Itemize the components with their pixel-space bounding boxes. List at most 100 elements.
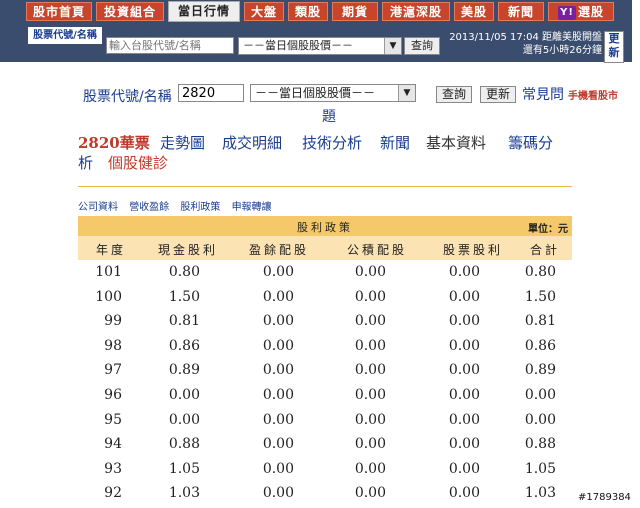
tab-chips[interactable]: 籌碼分: [508, 132, 553, 153]
sublink-company-info[interactable]: 公司資料: [78, 202, 118, 213]
faq-link-continued[interactable]: 題: [322, 106, 336, 126]
update-button[interactable]: 更新: [480, 86, 516, 103]
table-cell: 0.00: [448, 411, 480, 428]
sublink-dividend-policy[interactable]: 股利政策: [180, 202, 220, 213]
table-cell: 0.00: [262, 485, 294, 502]
query-view-select-value: －－當日個股股價－－: [255, 86, 376, 100]
sublink-revenue-earnings[interactable]: 營收盈餘: [129, 202, 169, 213]
nav-tab-sectors[interactable]: 類股: [288, 2, 328, 21]
table-cell: 0.86: [168, 337, 200, 354]
table-cell: 0.00: [354, 362, 386, 379]
topbar-stock-label: 股票代號/名稱: [28, 27, 102, 44]
query-button[interactable]: 查詢: [436, 86, 472, 103]
table-cell: 0.00: [448, 362, 480, 379]
tab-chips-continued[interactable]: 析: [78, 152, 93, 173]
nav-tab-news[interactable]: 新聞: [498, 2, 544, 21]
mobile-stocks-link[interactable]: 手機看股市: [568, 87, 618, 102]
topbar-view-select[interactable]: －－當日個股股價－－ ▼: [238, 37, 402, 55]
table-cell: 0.00: [168, 387, 200, 403]
tab-health-check[interactable]: 個股健診: [108, 152, 168, 173]
fundamentals-sublinks: 公司資料 營收盈餘 股利政策 申報轉讓: [78, 198, 280, 213]
query-stock-input[interactable]: [178, 84, 244, 102]
table-cell: 1.03: [524, 485, 556, 502]
nav-tab-home[interactable]: 股市首頁: [26, 2, 92, 21]
chevron-down-icon: ▼: [398, 85, 415, 101]
table-cell: 1.50: [524, 288, 556, 305]
dividend-table-column-headers: 年度 現金股利 盈餘配股 公積配股 股票股利 合計: [78, 236, 572, 260]
table-cell: 0.00: [354, 387, 386, 403]
table-cell: 0.00: [448, 288, 480, 305]
table-cell: 0.00: [168, 411, 200, 428]
dividend-table-title-bar: 股利政策 單位：元: [78, 216, 572, 236]
table-cell: 0.00: [448, 436, 480, 453]
table-cell: 0.89: [524, 362, 556, 379]
table-cell: 98: [104, 337, 122, 354]
market-time-line1: 2013/11/05 17:04 距離美股開盤: [449, 32, 602, 43]
dividend-table-title: 股利政策: [297, 221, 353, 234]
nav-tab-stock-screener[interactable]: Y! 選股: [548, 2, 614, 21]
table-cell: 0.88: [168, 436, 200, 453]
table-cell: 95: [104, 411, 122, 428]
faq-link[interactable]: 常見問: [522, 84, 564, 104]
nav-tab-hk-china[interactable]: 港滬深股: [382, 2, 450, 21]
nav-tab-portfolio[interactable]: 投資組合: [96, 2, 164, 21]
market-time-line2: 還有5小時26分鐘: [522, 45, 602, 56]
column-header-cash-dividend: 現金股利: [157, 243, 218, 257]
table-cell: 0.00: [354, 288, 386, 305]
table-cell: 0.00: [262, 313, 294, 330]
table-row: 97 0.89 0.00 0.00 0.00 0.89: [78, 358, 572, 382]
tab-fundamentals[interactable]: 基本資料: [426, 132, 486, 153]
table-cell: 99: [104, 313, 122, 330]
table-cell: 1.05: [524, 460, 556, 477]
table-cell: 0.89: [168, 362, 200, 379]
nav-tab-stock-screener-label: 選股: [577, 5, 604, 19]
table-cell: 97: [104, 362, 122, 379]
tab-technical[interactable]: 技術分析: [302, 132, 362, 153]
market-time-status: 2013/11/05 17:04 距離美股開盤 還有5小時26分鐘: [446, 31, 602, 57]
top-nav: 股市首頁 投資組合 當日行情 大盤 類股 期貨 港滬深股 美股 新聞 Y! 選股: [0, 0, 632, 22]
table-cell: 0.88: [524, 436, 556, 453]
table-cell: 92: [104, 485, 122, 502]
table-row: 95 0.00 0.00 0.00 0.00 0.00: [78, 408, 572, 432]
table-cell: 0.00: [524, 411, 556, 428]
table-row: 94 0.88 0.00 0.00 0.00 0.88: [78, 432, 572, 456]
topbar-stock-input[interactable]: [106, 37, 234, 54]
table-cell: 0.00: [354, 485, 386, 502]
tab-chart[interactable]: 走勢圖: [160, 132, 205, 153]
topbar-refresh-button[interactable]: 更新: [604, 31, 624, 63]
table-cell: 1.05: [168, 460, 200, 477]
nav-tab-market[interactable]: 大盤: [244, 2, 284, 21]
table-cell: 0.00: [448, 485, 480, 502]
column-header-reserve-stock: 公積配股: [346, 243, 407, 257]
sublink-share-transfers[interactable]: 申報轉讓: [232, 202, 272, 213]
tab-news[interactable]: 新聞: [380, 132, 410, 153]
topbar-view-select-value: －－當日個股股價－－: [243, 39, 353, 52]
table-cell: 0.00: [262, 436, 294, 453]
table-cell: 101: [95, 264, 122, 280]
table-cell: 0.00: [448, 313, 480, 330]
nav-tab-us-stocks[interactable]: 美股: [454, 2, 494, 21]
table-cell: 0.00: [262, 288, 294, 305]
nav-tab-daily-quotes[interactable]: 當日行情: [168, 1, 240, 22]
table-cell: 1.50: [168, 288, 200, 305]
table-row: 92 1.03 0.00 0.00 0.00 1.03: [78, 481, 572, 505]
table-cell: 96: [104, 387, 122, 403]
topbar-query-button[interactable]: 查詢: [404, 37, 440, 55]
chevron-down-icon: ▼: [384, 38, 401, 54]
table-row: 96 0.00 0.00 0.00 0.00 0.00: [78, 383, 572, 407]
tab-trades[interactable]: 成交明細: [222, 132, 282, 153]
table-cell: 0.00: [524, 387, 556, 403]
table-cell: 0.80: [168, 264, 200, 280]
section-divider: [78, 186, 572, 187]
table-cell: 0.00: [448, 460, 480, 477]
table-cell: 0.00: [354, 313, 386, 330]
top-search-bar: 股票代號/名稱 －－當日個股股價－－ ▼ 查詢 2013/11/05 17:04…: [0, 22, 632, 63]
nav-tab-futures[interactable]: 期貨: [332, 2, 378, 21]
table-cell: 93: [104, 460, 122, 477]
table-cell: 0.80: [524, 264, 556, 280]
dividend-table-unit: 單位：元: [528, 224, 568, 235]
column-header-year: 年度: [95, 243, 126, 257]
table-row: 101 0.80 0.00 0.00 0.00 0.80: [78, 260, 572, 284]
table-cell: 0.00: [262, 264, 294, 280]
query-view-select[interactable]: －－當日個股股價－－ ▼: [250, 84, 416, 102]
